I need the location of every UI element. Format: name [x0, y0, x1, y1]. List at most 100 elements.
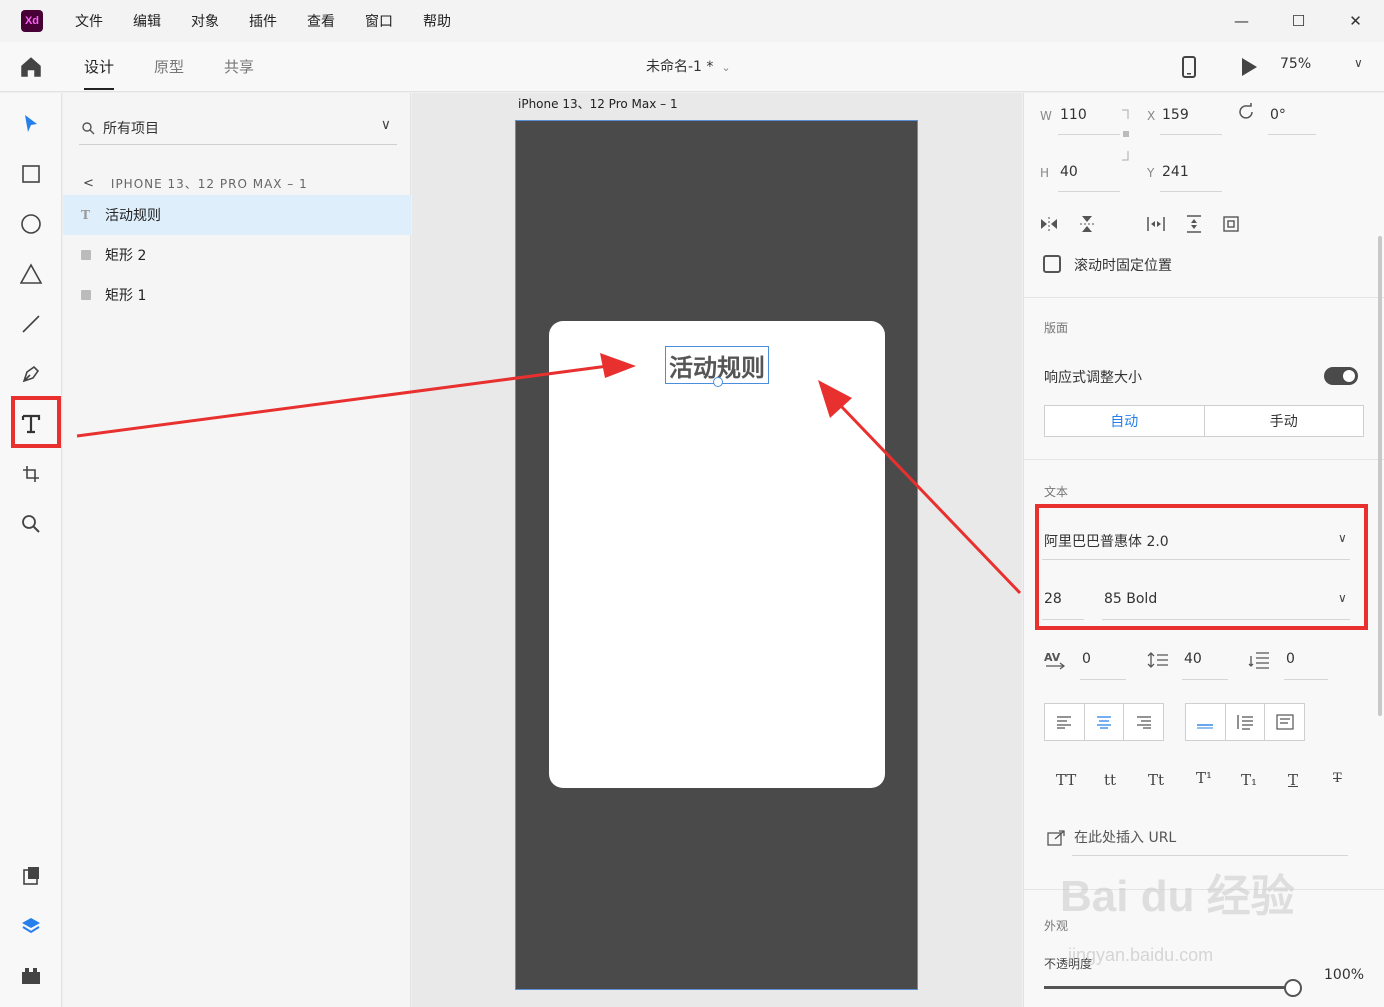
x-label: X	[1147, 109, 1156, 123]
filter-label: 所有项目	[103, 120, 159, 137]
align-center-icon[interactable]	[1220, 213, 1242, 235]
props-scrollbar[interactable]	[1378, 236, 1382, 716]
maximize-button[interactable]: ☐	[1270, 0, 1327, 42]
auto-height-icon[interactable]	[1226, 704, 1266, 740]
home-icon[interactable]	[18, 54, 44, 80]
menu-file[interactable]: 文件	[75, 11, 103, 31]
close-button[interactable]: ✕	[1327, 0, 1384, 42]
width-field[interactable]: 110	[1060, 107, 1087, 123]
opacity-field[interactable]: 100%	[1324, 967, 1364, 983]
resize-manual-button[interactable]: 手动	[1205, 406, 1364, 436]
subscript-button[interactable]: T₁	[1241, 771, 1257, 789]
align-left-icon[interactable]	[1045, 704, 1085, 740]
superscript-button[interactable]: T¹	[1196, 769, 1212, 787]
plugins-icon[interactable]	[16, 961, 46, 991]
align-right-icon[interactable]	[1124, 704, 1163, 740]
baidu-watermark: Bai du 经验	[1060, 872, 1295, 921]
distribute-horizontal-icon[interactable]	[1145, 213, 1167, 235]
opacity-slider-handle[interactable]	[1284, 979, 1302, 997]
flip-vertical-icon[interactable]	[1076, 213, 1098, 235]
character-spacing-field[interactable]: 0	[1082, 651, 1091, 667]
selected-text-element[interactable]: 活动规则	[665, 346, 769, 387]
layer-filter[interactable]: 所有项目 ∨	[79, 111, 397, 145]
chevron-down-icon[interactable]: ∨	[381, 117, 391, 133]
menu-edit[interactable]: 编辑	[133, 11, 161, 31]
rectangle-tool-icon[interactable]	[16, 159, 46, 189]
zoom-tool-icon[interactable]	[16, 509, 46, 539]
auto-width-icon[interactable]	[1186, 704, 1226, 740]
opacity-slider-track[interactable]	[1044, 986, 1294, 989]
tool-rail	[0, 93, 62, 1007]
chevron-left-icon[interactable]: <	[83, 176, 95, 191]
line-tool-icon[interactable]	[16, 309, 46, 339]
underline-button[interactable]: T	[1288, 771, 1298, 789]
height-field[interactable]: 40	[1060, 164, 1078, 180]
text-resize-handle[interactable]	[713, 377, 723, 387]
minimize-button[interactable]: —	[1213, 0, 1270, 42]
chevron-down-icon: ⌄	[721, 61, 731, 74]
layer-item[interactable]: 矩形 1	[63, 275, 411, 315]
artboard-tool-icon[interactable]	[16, 459, 46, 489]
white-card-rectangle[interactable]: 活动规则	[549, 321, 885, 788]
play-icon[interactable]	[1240, 57, 1258, 77]
fix-scroll-label: 滚动时固定位置	[1074, 258, 1172, 274]
resize-auto-button[interactable]: 自动	[1045, 406, 1205, 436]
lock-icon[interactable]	[1120, 109, 1132, 161]
paragraph-spacing-field[interactable]: 0	[1286, 651, 1295, 667]
ellipse-tool-icon[interactable]	[16, 209, 46, 239]
zoom-level[interactable]: 75%	[1280, 56, 1311, 72]
layer-item[interactable]: T 活动规则	[63, 195, 411, 235]
artboard[interactable]: 活动规则	[515, 120, 918, 990]
menu-window[interactable]: 窗口	[365, 11, 393, 31]
rotate-icon[interactable]	[1238, 103, 1256, 121]
flip-horizontal-icon[interactable]	[1038, 213, 1060, 235]
document-title[interactable]: 未命名-1 * ⌄	[646, 42, 731, 92]
tab-prototype[interactable]: 原型	[154, 42, 184, 92]
tab-design[interactable]: 设计	[84, 42, 115, 92]
uppercase-button[interactable]: TT	[1056, 771, 1076, 789]
select-tool-icon[interactable]	[16, 109, 46, 139]
layer-item[interactable]: 矩形 2	[63, 235, 411, 275]
rectangle-layer-icon	[81, 290, 91, 300]
menu-plugins[interactable]: 插件	[249, 11, 277, 31]
chevron-down-icon[interactable]: ∨	[1354, 56, 1363, 70]
rotation-field[interactable]: 0°	[1270, 107, 1286, 123]
artboard-label[interactable]: iPhone 13、12 Pro Max – 1	[518, 95, 678, 112]
polygon-tool-icon[interactable]	[16, 259, 46, 289]
strikethrough-button[interactable]: T	[1333, 771, 1342, 786]
design-canvas[interactable]: iPhone 13、12 Pro Max – 1 活动规则	[412, 93, 1022, 1007]
pen-tool-icon[interactable]	[16, 359, 46, 389]
breadcrumb-label: IPHONE 13、12 PRO MAX – 1	[110, 177, 308, 191]
x-field[interactable]: 159	[1162, 107, 1189, 123]
menu-view[interactable]: 查看	[307, 11, 335, 31]
distribute-vertical-icon[interactable]	[1183, 213, 1205, 235]
mobile-preview-icon[interactable]	[1180, 56, 1198, 78]
fix-scroll-checkbox[interactable]	[1043, 255, 1061, 273]
lowercase-button[interactable]: tt	[1104, 771, 1116, 789]
character-spacing-icon: AV	[1044, 649, 1066, 671]
layer-label: 矩形 1	[105, 288, 147, 304]
fixed-size-icon[interactable]	[1265, 704, 1304, 740]
line-spacing-field[interactable]: 40	[1184, 651, 1202, 667]
link-insert-icon	[1047, 830, 1065, 846]
text-section-title: 文本	[1044, 485, 1069, 499]
menu-help[interactable]: 帮助	[423, 11, 451, 31]
responsive-resize-toggle[interactable]	[1324, 367, 1358, 385]
titlecase-button[interactable]: Tt	[1148, 771, 1164, 789]
url-input[interactable]: 在此处插入 URL	[1074, 827, 1176, 847]
tab-share[interactable]: 共享	[224, 42, 254, 92]
menu-object[interactable]: 对象	[191, 11, 219, 31]
line-spacing-icon	[1147, 649, 1169, 671]
assets-icon[interactable]	[16, 861, 46, 891]
window-controls: — ☐ ✕	[1213, 0, 1384, 42]
layers-panel: 所有项目 ∨ < IPHONE 13、12 PRO MAX – 1 T 活动规则…	[63, 93, 411, 1007]
y-field[interactable]: 241	[1162, 164, 1189, 180]
paragraph-spacing-icon	[1248, 649, 1270, 671]
menu-bar: 文件 编辑 对象 插件 查看 窗口 帮助	[75, 11, 481, 31]
text-tool-highlight	[11, 396, 61, 448]
layout-section-title: 版面	[1044, 321, 1069, 335]
text-align-group	[1044, 703, 1164, 741]
align-center-text-icon[interactable]	[1085, 704, 1125, 740]
layers-icon[interactable]	[16, 911, 46, 941]
breadcrumb[interactable]: < IPHONE 13、12 PRO MAX – 1	[83, 175, 308, 192]
